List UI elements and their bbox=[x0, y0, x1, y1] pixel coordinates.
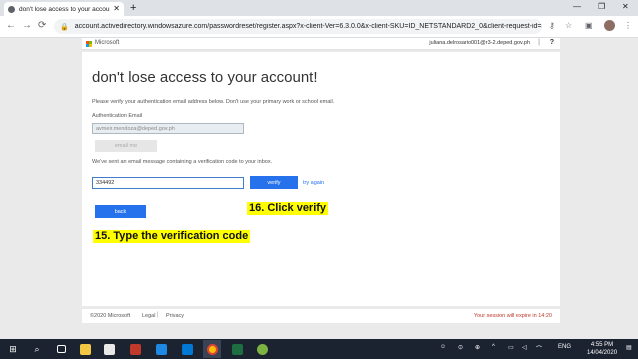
profile-avatar[interactable] bbox=[604, 20, 615, 31]
task-view-icon[interactable] bbox=[54, 342, 68, 356]
page-body: Microsoft juliana.delrosario001@r3-2.dep… bbox=[0, 38, 638, 339]
new-tab-button[interactable]: + bbox=[130, 2, 136, 14]
network-icon[interactable]: ⊙ bbox=[458, 344, 463, 351]
url-text[interactable]: account.activedirectory.windowsazure.com… bbox=[75, 23, 542, 30]
wifi-icon[interactable]: ⌒ bbox=[536, 344, 542, 353]
microsoft-logo-icon bbox=[86, 41, 92, 47]
main-card: don't lose access to your account! Pleas… bbox=[82, 52, 560, 306]
chrome-icon[interactable] bbox=[203, 340, 221, 358]
page-favicon-icon bbox=[8, 5, 15, 13]
mail-icon[interactable] bbox=[154, 342, 168, 356]
clock-time: 4:55 PM bbox=[590, 342, 614, 348]
address-bar[interactable]: 🔒 account.activedirectory.windowsazure.c… bbox=[54, 19, 542, 34]
tray-app-icon[interactable]: ⊕ bbox=[475, 344, 480, 351]
windows-taskbar: ⊞ ⌕ ☺ ⊙ ⊕ ^ ▭ ◁ ⌒ ENG 4:55 PM 14/04/2020… bbox=[0, 339, 638, 359]
window-close-icon[interactable]: ✕ bbox=[622, 2, 629, 12]
restore-icon[interactable]: ❐ bbox=[598, 2, 605, 12]
page-footer: ©2020 Microsoft Legal | Privacy Your ses… bbox=[82, 309, 560, 323]
back-button[interactable]: back bbox=[95, 205, 146, 218]
system-clock[interactable]: 4:55 PM 14/04/2020 bbox=[587, 341, 617, 357]
battery-icon[interactable]: ▭ bbox=[508, 344, 514, 351]
email-label: Authentication Email bbox=[92, 113, 143, 119]
search-icon[interactable]: ⌕ bbox=[30, 342, 44, 356]
header-separator: | bbox=[538, 39, 540, 46]
paint-icon[interactable] bbox=[255, 342, 269, 356]
annotation-step-16: 16. Click verify bbox=[247, 202, 329, 215]
ms-header: Microsoft juliana.delrosario001@r3-2.dep… bbox=[82, 38, 560, 50]
volume-icon[interactable]: ◁ bbox=[522, 344, 527, 351]
help-icon[interactable]: ? bbox=[550, 39, 554, 46]
file-explorer-icon[interactable] bbox=[78, 342, 92, 356]
minimize-icon[interactable]: — bbox=[573, 2, 581, 12]
excel-icon[interactable] bbox=[230, 342, 244, 356]
browser-tab-strip: don't lose access to your account ✕ + — … bbox=[0, 0, 638, 16]
privacy-link[interactable]: Privacy bbox=[166, 313, 184, 319]
media-app-icon[interactable] bbox=[102, 342, 116, 356]
menu-icon[interactable]: ⋮ bbox=[624, 20, 632, 32]
tab-title: don't lose access to your account bbox=[19, 5, 111, 13]
people-icon[interactable]: ☺ bbox=[440, 344, 446, 350]
session-expiry-text: Your session will expire in 14:20 bbox=[473, 313, 552, 319]
tray-chevron-icon[interactable]: ^ bbox=[492, 344, 495, 350]
intro-text: Please verify your authentication email … bbox=[92, 99, 335, 105]
annotation-step-15: 15. Type the verification code bbox=[93, 230, 251, 243]
notifications-icon[interactable]: ▤ bbox=[626, 344, 632, 351]
browser-tab[interactable]: don't lose access to your account ✕ bbox=[4, 2, 124, 16]
authentication-email-field[interactable] bbox=[92, 123, 244, 134]
copyright-text: ©2020 Microsoft bbox=[90, 313, 131, 319]
try-again-link[interactable]: try again bbox=[303, 180, 324, 186]
code-sent-message: We've sent an email message containing a… bbox=[92, 159, 273, 165]
clock-date: 14/04/2020 bbox=[587, 350, 618, 356]
language-indicator[interactable]: ENG bbox=[558, 344, 571, 350]
signed-in-user[interactable]: juliana.delrosario001@r3-2.deped.gov.ph bbox=[429, 40, 530, 46]
forward-arrow-icon[interactable]: → bbox=[22, 20, 32, 32]
tab-close-icon[interactable]: ✕ bbox=[113, 5, 120, 13]
footer-separator: | bbox=[157, 312, 159, 318]
back-arrow-icon[interactable]: ← bbox=[6, 20, 16, 32]
lock-icon: 🔒 bbox=[60, 23, 69, 31]
windows-start-icon[interactable]: ⊞ bbox=[6, 342, 20, 356]
reload-icon[interactable]: ⟳ bbox=[38, 20, 46, 32]
browser-toolbar: ← → ⟳ 🔒 account.activedirectory.windowsa… bbox=[0, 16, 638, 38]
verification-code-input[interactable] bbox=[92, 177, 244, 189]
files-icon[interactable] bbox=[180, 342, 194, 356]
lesson-app-icon[interactable] bbox=[128, 342, 142, 356]
page-title: don't lose access to your account! bbox=[92, 69, 318, 86]
legal-link[interactable]: Legal bbox=[142, 313, 155, 319]
email-me-button[interactable]: email me bbox=[95, 140, 157, 152]
brand-name: Microsoft bbox=[95, 40, 120, 46]
verify-button[interactable]: verify bbox=[250, 176, 298, 189]
star-icon[interactable]: ☆ bbox=[565, 20, 572, 32]
key-icon[interactable]: ⚷ bbox=[549, 20, 555, 32]
extension-icon[interactable]: ▣ bbox=[585, 20, 593, 32]
